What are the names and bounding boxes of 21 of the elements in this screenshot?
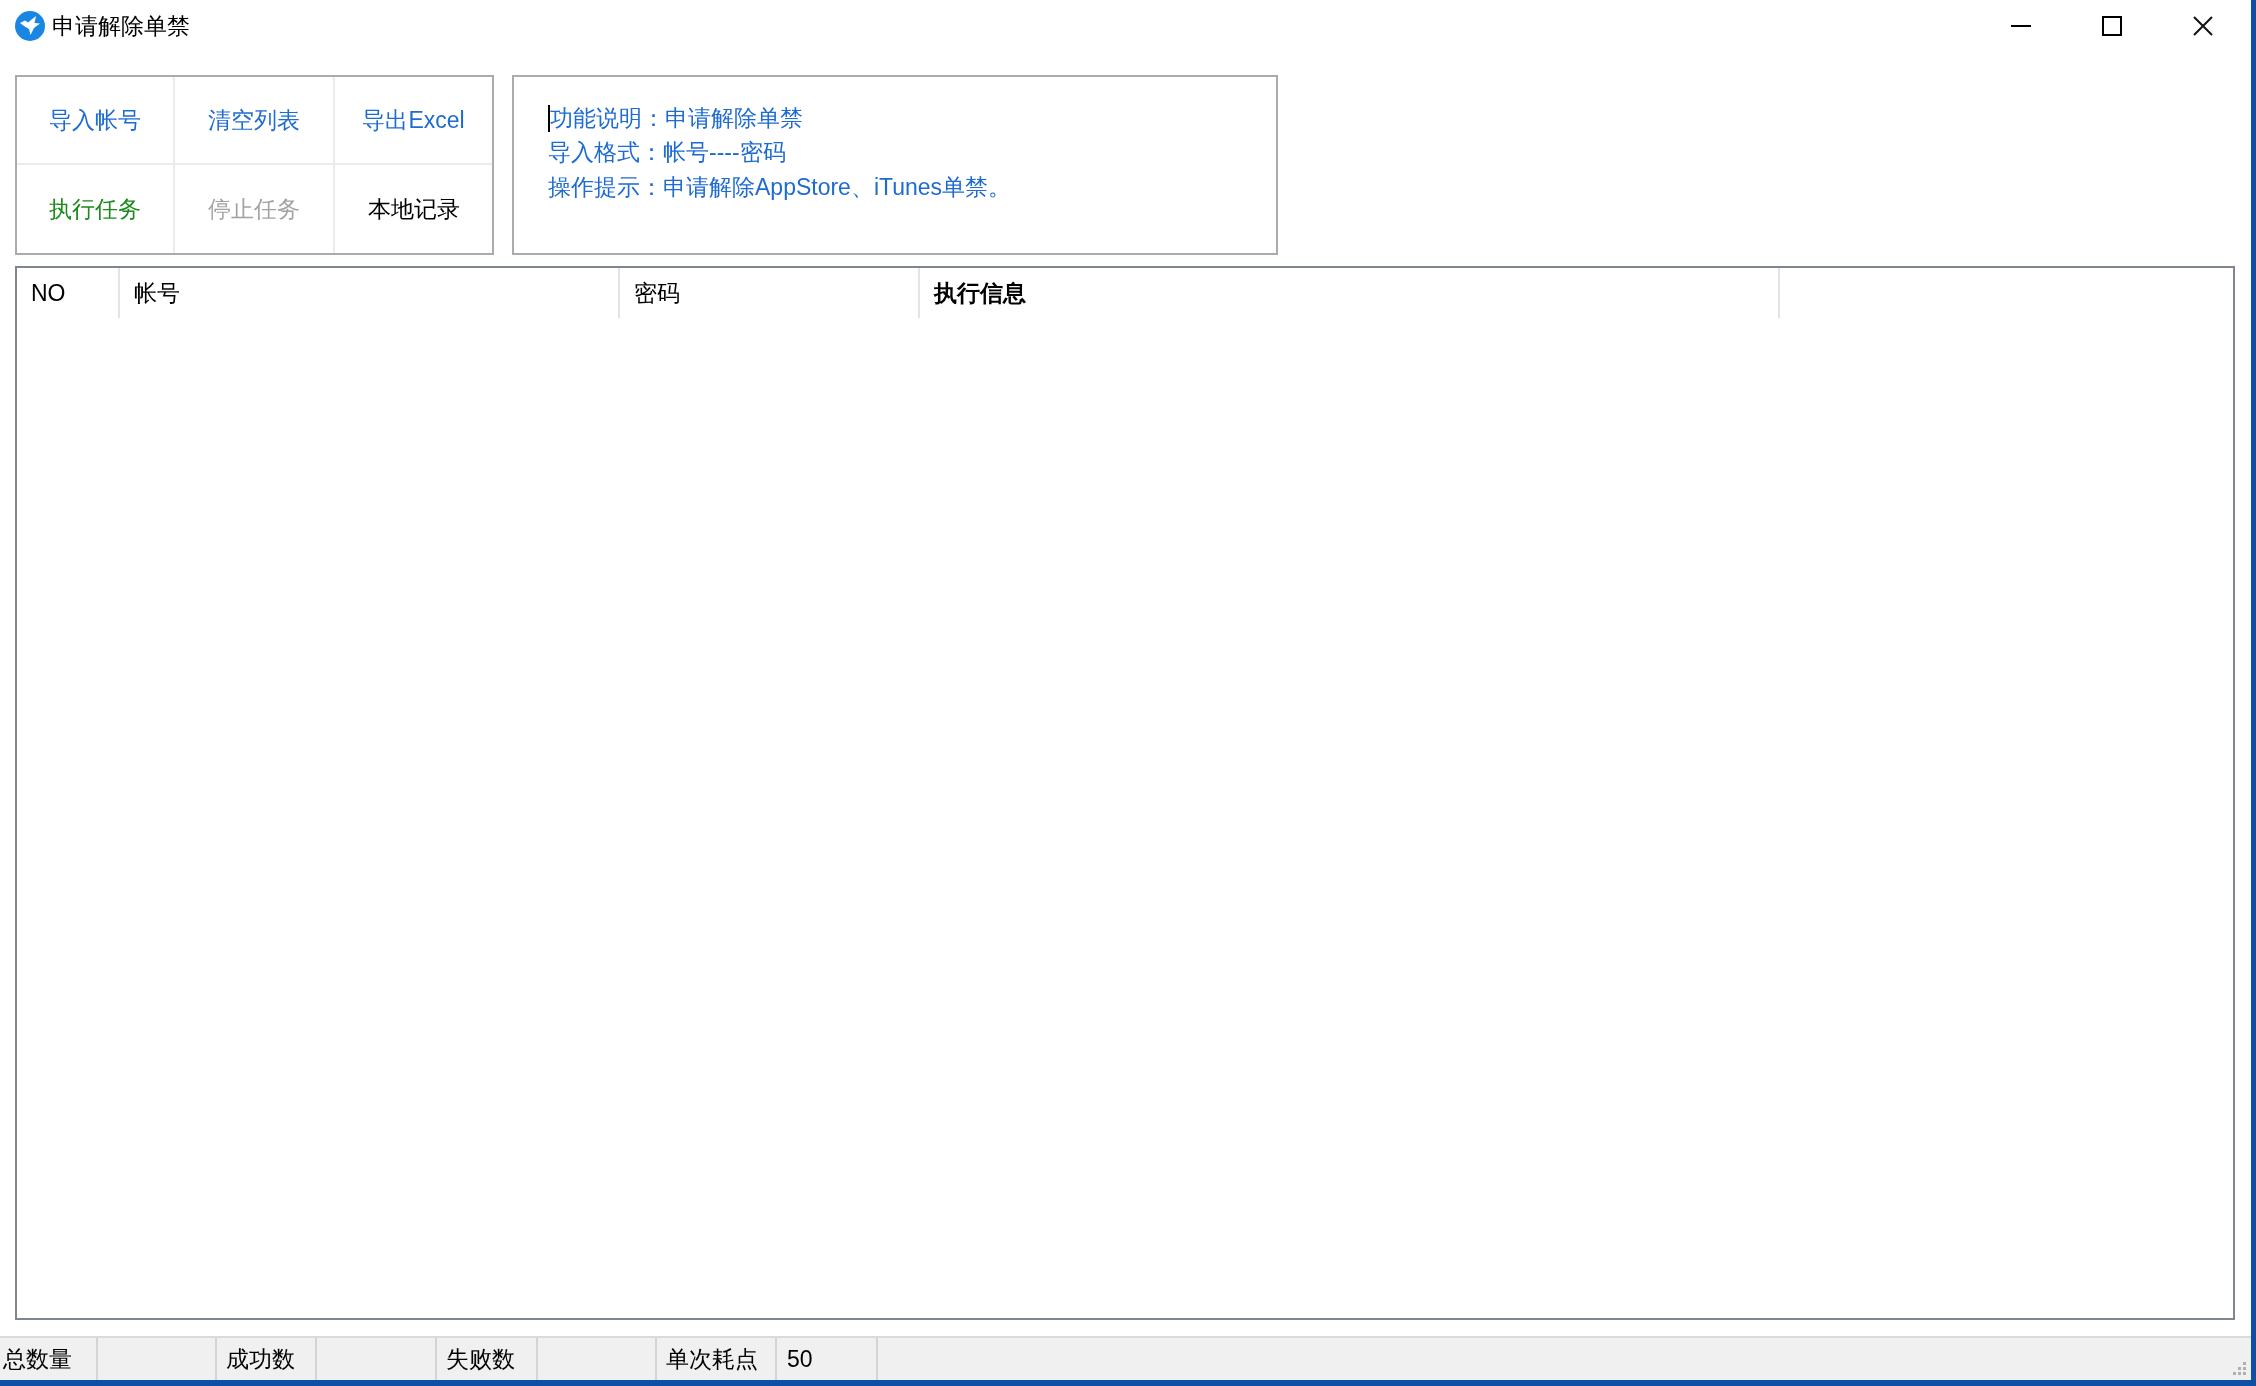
- toolbar-button[interactable]: 导入帐号: [17, 77, 175, 165]
- column-header[interactable]: 执行信息: [920, 268, 1780, 318]
- maximize-icon: [2101, 16, 2122, 36]
- minimize-icon: [2010, 25, 2031, 27]
- column-header[interactable]: 帐号: [120, 268, 620, 318]
- window-title: 申请解除单禁: [52, 14, 190, 38]
- bird-logo-icon: [15, 11, 45, 41]
- status-label: 总数量: [3, 1347, 72, 1371]
- info-text-box[interactable]: 功能说明：申请解除单禁 导入格式：帐号----密码 操作提示：申请解除AppStore、iTunes单禁。: [512, 75, 1278, 255]
- column-header[interactable]: 密码: [620, 268, 920, 318]
- info-line: 导入格式：帐号----密码: [548, 141, 786, 165]
- resize-grip-icon[interactable]: [2232, 1361, 2247, 1376]
- status-value: 50: [787, 1347, 813, 1371]
- status-label: 成功数: [226, 1347, 295, 1371]
- close-icon: [2192, 16, 2213, 36]
- status-label: 失败数: [446, 1347, 515, 1371]
- info-line: 操作提示：申请解除AppStore、iTunes单禁。: [548, 175, 1012, 199]
- column-header[interactable]: NO: [17, 268, 120, 318]
- info-line: 功能说明：申请解除单禁: [550, 106, 803, 130]
- toolbar-button[interactable]: 清空列表: [175, 77, 335, 165]
- status-label: 单次耗点: [666, 1347, 758, 1371]
